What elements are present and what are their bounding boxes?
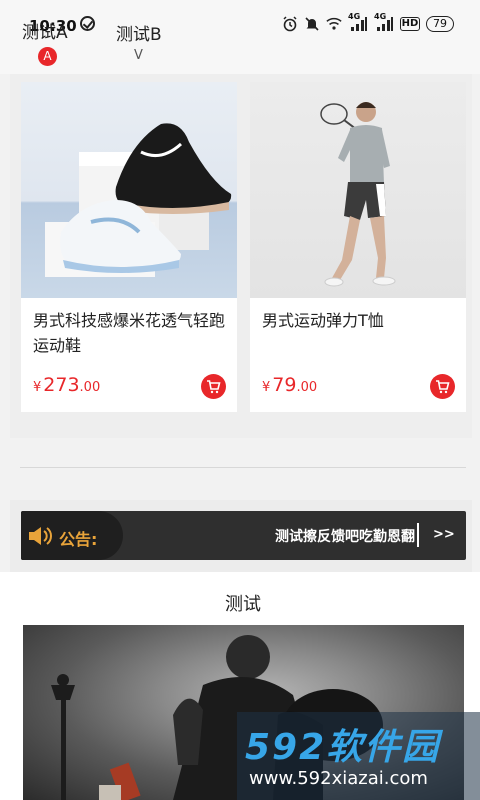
product-name[interactable]: 男式运动弹力T恤: [262, 308, 458, 333]
tab-a-badge: A: [38, 47, 57, 66]
cart-icon: [436, 379, 450, 393]
man-in-sportswear-photo[interactable]: [250, 82, 466, 298]
product-card[interactable]: 男式运动弹力T恤 ¥79.00: [250, 82, 466, 412]
signal-2-icon: 4G: [374, 12, 394, 32]
add-to-cart-button[interactable]: [201, 374, 226, 399]
wifi-icon: [326, 16, 342, 32]
add-to-cart-button[interactable]: [430, 374, 455, 399]
cart-icon: [207, 379, 221, 393]
battery-indicator: 79: [426, 16, 454, 32]
watermark-url: www.592xiazai.com: [249, 768, 428, 789]
speaker-icon: [27, 525, 53, 551]
alarm-icon: [282, 16, 298, 32]
watermark: 592软件园 www.592xiazai.com: [237, 712, 480, 800]
text-cursor: [417, 523, 419, 547]
hd-icon: HD: [399, 17, 421, 31]
section-title: 测试: [225, 594, 261, 615]
tab-b[interactable]: 测试B: [116, 20, 162, 45]
tab-a[interactable]: 测试A: [22, 18, 68, 43]
tab-b-dropdown-arrow[interactable]: V: [134, 48, 143, 63]
notice-message[interactable]: 测试擦反馈吧吃勤恩翻: [275, 526, 415, 546]
sneakers-photo[interactable]: [21, 82, 237, 298]
status-icons: 4G 4G HD 79: [282, 12, 454, 32]
product-name[interactable]: 男式科技感爆米花透气轻跑运动鞋: [33, 308, 229, 358]
product-price: ¥273.00: [33, 374, 101, 396]
check-circle-icon: [80, 16, 95, 31]
notice-section: 公告: 测试擦反馈吧吃勤恩翻 >>: [10, 500, 472, 572]
signal-1-icon: 4G: [348, 12, 368, 32]
mute-icon: [304, 16, 320, 32]
product-card[interactable]: 男式科技感爆米花透气轻跑运动鞋 ¥273.00: [21, 82, 237, 412]
notice-more-button[interactable]: >>: [433, 527, 455, 542]
product-price: ¥79.00: [262, 374, 318, 396]
product-grid: 男式科技感爆米花透气轻跑运动鞋 ¥273.00 男式运动弹力T恤 ¥ 79.00: [10, 74, 472, 438]
section-divider: [20, 467, 466, 468]
notice-label: 公告:: [59, 530, 98, 549]
watermark-logo: 592软件园: [245, 727, 441, 768]
top-bar: 10:30 测试A A 测试B V 4G 4G HD 79: [0, 0, 480, 74]
notice-bar[interactable]: 公告: 测试擦反馈吧吃勤恩翻 >>: [21, 511, 466, 560]
